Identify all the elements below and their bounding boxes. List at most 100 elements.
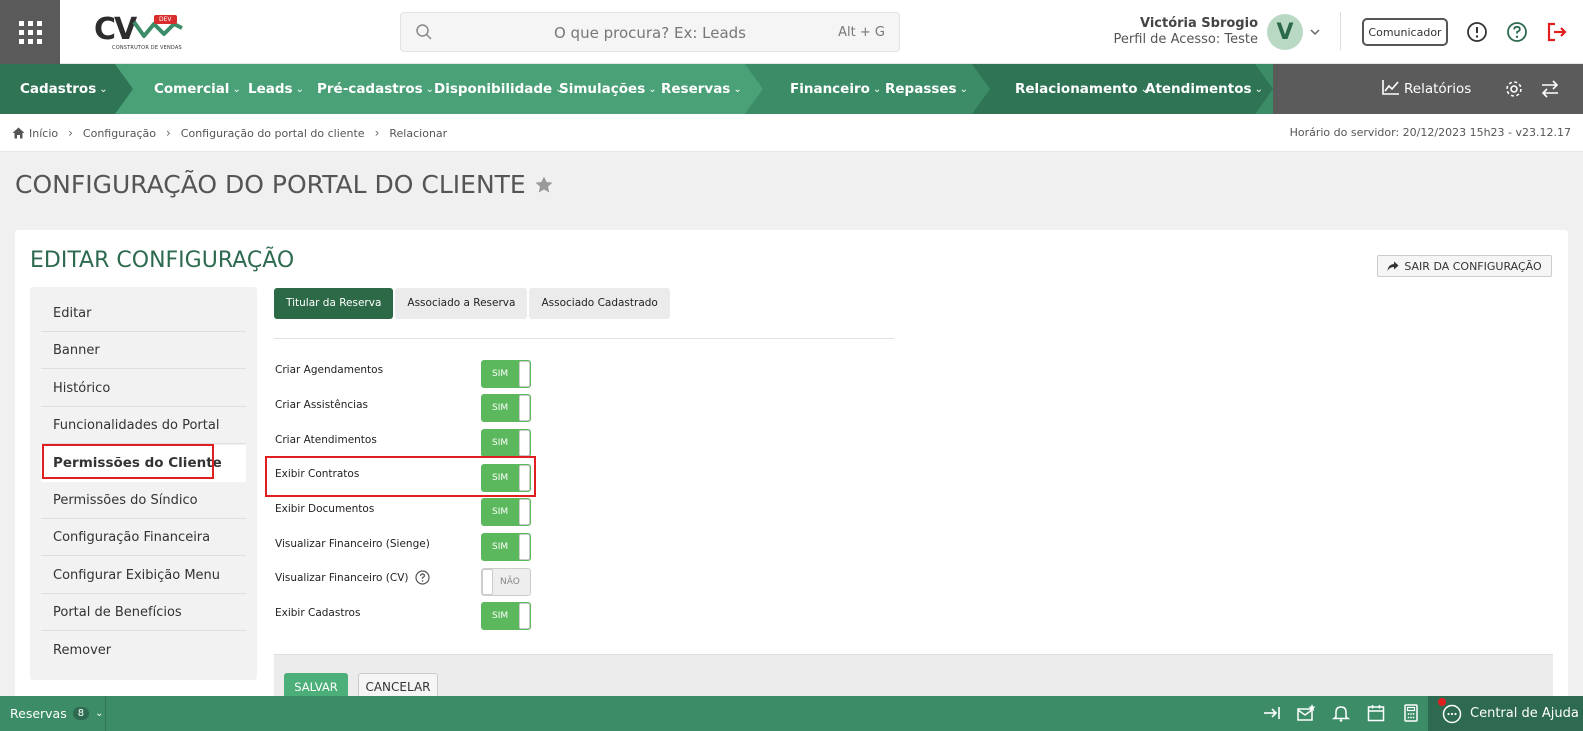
apps-menu-button[interactable] [0, 0, 60, 64]
gear-icon[interactable] [1504, 79, 1524, 99]
calendar-icon[interactable] [1366, 703, 1386, 723]
nav-financeiro[interactable]: Financeiro ⌄ [790, 64, 881, 114]
perm-label-exibir-cadastros: Exibir Cadastros [275, 607, 361, 619]
toggle-text: SIM [492, 369, 509, 379]
mail-star-icon[interactable] [1296, 703, 1316, 723]
footer-reservas[interactable]: Reservas 8 ⌄ [0, 696, 106, 731]
perm-label-criar-assistencias: Criar Assistências [275, 399, 368, 411]
sidebar-item-remover[interactable]: Remover [41, 632, 246, 669]
sidebar-item-funcionalidades[interactable]: Funcionalidades do Portal [41, 407, 246, 444]
highlight-box [265, 456, 536, 497]
tab-titular-reserva[interactable]: Titular da Reserva [274, 288, 394, 319]
question-icon[interactable] [414, 570, 430, 585]
toggle-financeiro-cv[interactable]: NÃO [481, 568, 531, 596]
toggle-knob [519, 361, 530, 387]
exit-config-button[interactable]: SAIR DA CONFIGURAÇÃO [1377, 255, 1552, 277]
nav-simulacoes[interactable]: Simulações ⌄ [559, 64, 657, 114]
comunicador-button[interactable]: Comunicador [1362, 18, 1448, 46]
sidebar-item-banner[interactable]: Banner [41, 332, 246, 369]
chevron-right-icon: › [68, 126, 73, 140]
help-center-button[interactable]: Central de Ajuda [1428, 696, 1583, 731]
breadcrumb-inicio[interactable]: Início [29, 127, 58, 140]
config-sidebar: Editar Banner Histórico Funcionalidades … [30, 287, 257, 680]
nav-cadastros[interactable]: Cadastros ⌄ [20, 64, 108, 114]
toggle-criar-assistencias[interactable]: SIM [481, 394, 531, 422]
nav-comercial[interactable]: Comercial ⌄ [154, 64, 241, 114]
nav-relatorios[interactable]: Relatórios [1382, 64, 1471, 114]
footer-reservas-label: Reservas [10, 706, 67, 721]
star-icon[interactable] [534, 175, 554, 195]
search-shortcut: Alt + G [838, 25, 885, 40]
breadcrumb-configuracao[interactable]: Configuração [83, 127, 156, 140]
chat-icon [1442, 704, 1462, 723]
nav-reservas[interactable]: Reservas ⌄ [661, 64, 742, 114]
toggle-knob [519, 603, 530, 629]
help-center-label: Central de Ajuda [1470, 706, 1579, 721]
arrow-to-right-icon[interactable] [1262, 703, 1282, 723]
home-icon [12, 127, 25, 139]
logout-icon[interactable] [1545, 20, 1569, 44]
sidebar-item-historico[interactable]: Histórico [41, 370, 246, 407]
swap-icon[interactable] [1540, 79, 1560, 99]
chevron-right-icon: › [165, 126, 171, 140]
search-input[interactable]: O que procura? Ex: Leads [401, 24, 899, 42]
logo-text: CV [94, 12, 137, 47]
toggle-criar-agendamentos[interactable]: SIM [481, 360, 531, 388]
sidebar-item-editar[interactable]: Editar [41, 295, 246, 332]
sidebar-item-exibicao-menu[interactable]: Configurar Exibição Menu [41, 557, 246, 594]
perm-label-financeiro-cv: Visualizar Financeiro (CV) [275, 570, 430, 585]
breadcrumb-portal[interactable]: Configuração do portal do cliente [181, 127, 365, 140]
sidebar-item-permissoes-sindico[interactable]: Permissões do Síndico [41, 482, 246, 519]
logo[interactable]: CV DEV CONSTRUTOR DE VENDAS [92, 10, 187, 54]
chevron-down-icon: ⌄ [95, 708, 104, 719]
footer-bar: Reservas 8 ⌄ Central de Ajuda [0, 696, 1583, 731]
breadcrumb-bar: Início › Configuração › Configuração do … [0, 114, 1583, 152]
perm-label-text: Visualizar Financeiro (CV) [275, 571, 409, 584]
logo-subtitle: CONSTRUTOR DE VENDAS [112, 45, 182, 51]
toggle-exibir-documentos[interactable]: SIM [481, 498, 531, 526]
share-arrow-icon [1387, 261, 1399, 271]
header-divider [1340, 12, 1341, 50]
toggle-text: SIM [492, 611, 509, 621]
nav-disponibilidade[interactable]: Disponibilidade ⌄ [434, 64, 564, 114]
card-title: EDITAR CONFIGURAÇÃO [30, 248, 295, 273]
chart-line-icon [1382, 80, 1399, 95]
avatar[interactable]: V [1267, 14, 1303, 50]
nav-atendimentos[interactable]: Atendimentos ⌄ [1145, 64, 1263, 114]
main-nav: Cadastros ⌄ Comercial ⌄ Leads ⌄ Pré-cadastr… [0, 64, 1583, 114]
perm-label-financeiro-sienge: Visualizar Financeiro (Sienge) [275, 538, 430, 550]
help-icon[interactable] [1505, 20, 1529, 44]
toggle-text: SIM [492, 542, 509, 552]
calculator-icon[interactable] [1401, 703, 1421, 723]
perm-label-criar-atendimentos: Criar Atendimentos [275, 434, 377, 446]
perm-label-criar-agendamentos: Criar Agendamentos [275, 364, 384, 376]
search-box[interactable]: O que procura? Ex: Leads Alt + G [400, 12, 900, 52]
toggle-exibir-cadastros[interactable]: SIM [481, 602, 531, 630]
toggle-knob [519, 395, 530, 421]
toggle-criar-atendimentos[interactable]: SIM [481, 429, 531, 457]
grid-icon [18, 20, 42, 44]
tab-associado-reserva[interactable]: Associado a Reserva [395, 288, 528, 319]
info-icon[interactable] [1465, 20, 1489, 44]
reservas-count-badge: 8 [72, 707, 90, 720]
chevron-down-icon[interactable] [1309, 26, 1321, 38]
highlight-box [42, 444, 214, 479]
toggle-text: SIM [492, 403, 509, 413]
sidebar-item-config-financeira[interactable]: Configuração Financeira [41, 519, 246, 556]
logo-dev-badge: DEV [154, 15, 177, 24]
toggle-financeiro-sienge[interactable]: SIM [481, 533, 531, 561]
nav-pre-cadastros[interactable]: Pré-cadastros ⌄ [317, 64, 434, 114]
tab-associado-cadastrado[interactable]: Associado Cadastrado [529, 288, 670, 319]
user-name: Victória Sbrogio [1139, 16, 1258, 31]
nav-leads[interactable]: Leads ⌄ [248, 64, 304, 114]
toggle-text: SIM [492, 507, 509, 517]
sidebar-item-beneficios[interactable]: Portal de Benefícios [41, 594, 246, 631]
form-actions: SALVAR CANCELAR [274, 654, 1553, 701]
config-card: EDITAR CONFIGURAÇÃO SAIR DA CONFIGURAÇÃO… [15, 230, 1568, 701]
page-title: CONFIGURAÇÃO DO PORTAL DO CLIENTE [15, 170, 554, 199]
nav-repasses[interactable]: Repasses ⌄ [885, 64, 968, 114]
toggle-knob [519, 534, 530, 560]
bell-icon[interactable] [1331, 703, 1351, 723]
page-title-text: CONFIGURAÇÃO DO PORTAL DO CLIENTE [15, 170, 526, 199]
nav-relacionamento[interactable]: Relacionamento ⌄ [1015, 64, 1149, 114]
